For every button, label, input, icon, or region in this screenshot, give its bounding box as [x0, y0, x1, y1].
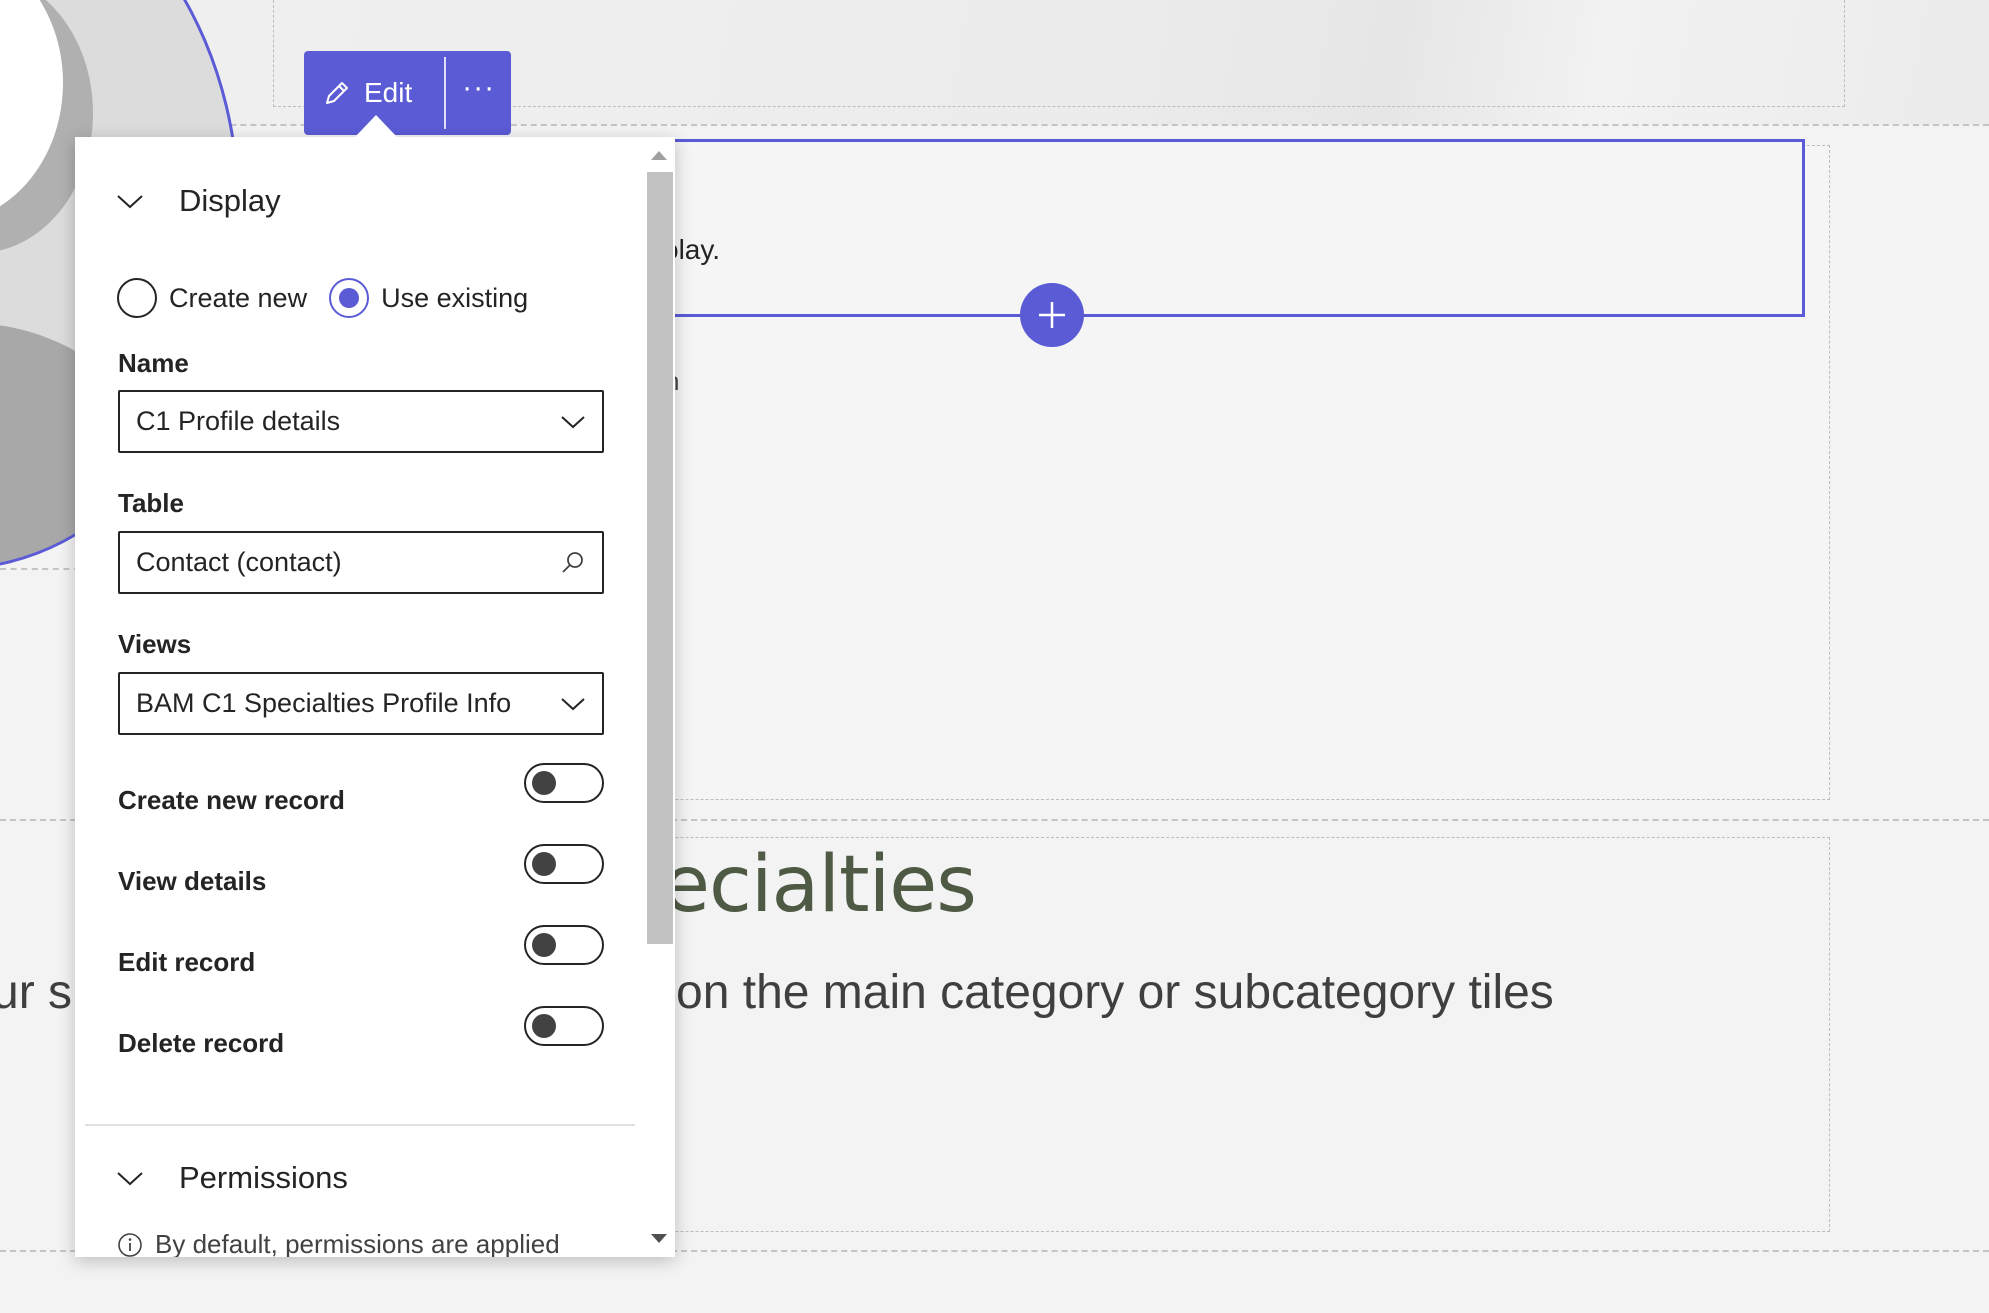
info-icon — [118, 1232, 142, 1257]
create-new-record-label: Create new record — [118, 785, 345, 815]
panel-content: Display Create new Use existing Name C1 … — [75, 137, 643, 1257]
component-edit-toolbar: Edit ··· — [304, 51, 511, 135]
add-component-button[interactable] — [1020, 283, 1084, 347]
table-search-input[interactable]: Contact (contact) — [118, 531, 604, 594]
views-dropdown-value: BAM C1 Specialties Profile Info — [136, 688, 512, 718]
source-radio-group: Create new Use existing — [117, 278, 550, 318]
radio-create-new-label: Create new — [169, 282, 308, 313]
scroll-thumb[interactable] — [647, 172, 673, 944]
radio-create-new[interactable]: Create new — [117, 278, 307, 318]
view-details-toggle[interactable] — [524, 843, 604, 884]
scroll-down-arrow[interactable] — [651, 1234, 667, 1243]
plus-icon — [1039, 302, 1065, 328]
radio-create-new-circle — [117, 278, 157, 318]
radio-use-existing[interactable]: Use existing — [329, 278, 528, 318]
permissions-section-header[interactable]: Permissions — [115, 1160, 348, 1196]
toggle-knob — [532, 770, 556, 795]
table-field-label: Table — [118, 488, 184, 518]
page-canvas: olay. n ecialties ur sp on the main cate… — [0, 0, 1989, 1313]
section-divider — [0, 124, 1989, 126]
specialties-heading: ecialties — [662, 840, 977, 930]
display-section-header[interactable]: Display — [115, 183, 281, 219]
toggle-row-create-new-record: Create new record — [118, 762, 604, 816]
view-details-label: View details — [118, 866, 267, 896]
create-new-record-toggle[interactable] — [524, 762, 604, 803]
permissions-section-title: Permissions — [179, 1160, 348, 1195]
radio-use-existing-label: Use existing — [381, 282, 529, 313]
toggle-row-edit-record: Edit record — [118, 924, 604, 978]
edit-record-label: Edit record — [118, 947, 256, 977]
selected-list-component[interactable] — [660, 139, 1805, 317]
delete-record-label: Delete record — [118, 1028, 285, 1058]
permissions-info-text: By default, permissions are applied — [155, 1229, 560, 1257]
component-properties-panel: Display Create new Use existing Name C1 … — [75, 137, 675, 1257]
toggle-row-delete-record: Delete record — [118, 1005, 604, 1059]
chevron-down-icon — [117, 1172, 143, 1186]
display-section-title: Display — [179, 183, 281, 218]
table-input-value: Contact (contact) — [136, 547, 342, 577]
edit-button-label: Edit — [364, 77, 413, 108]
toggle-knob — [532, 1013, 556, 1038]
toggle-row-view-details: View details — [118, 843, 604, 897]
views-field-label: Views — [118, 629, 192, 659]
scroll-up-arrow[interactable] — [651, 151, 667, 160]
panel-scrollbar[interactable] — [643, 137, 675, 1257]
pencil-icon — [326, 82, 348, 104]
chevron-down-icon — [117, 195, 143, 209]
radio-selected-dot — [339, 288, 360, 308]
toggle-knob — [532, 932, 556, 957]
name-dropdown[interactable]: C1 Profile details — [118, 390, 604, 453]
toggle-knob — [532, 851, 556, 876]
panel-section-divider — [85, 1124, 635, 1126]
chevron-down-icon — [561, 697, 585, 710]
panel-pointer — [355, 115, 397, 137]
avatar-section-outline — [0, 568, 80, 570]
search-icon — [562, 551, 583, 573]
radio-use-existing-circle — [329, 278, 370, 318]
chevron-down-icon — [561, 415, 585, 428]
name-field-label: Name — [118, 348, 189, 378]
name-dropdown-value: C1 Profile details — [136, 406, 341, 436]
views-dropdown[interactable]: BAM C1 Specialties Profile Info — [118, 672, 604, 735]
delete-record-toggle[interactable] — [524, 1005, 604, 1046]
more-options-button[interactable]: ··· — [446, 51, 511, 135]
edit-record-toggle[interactable] — [524, 924, 604, 965]
permissions-info: By default, permissions are applied — [117, 1229, 560, 1257]
specialties-description: on the main category or subcategory tile… — [676, 966, 1554, 1019]
